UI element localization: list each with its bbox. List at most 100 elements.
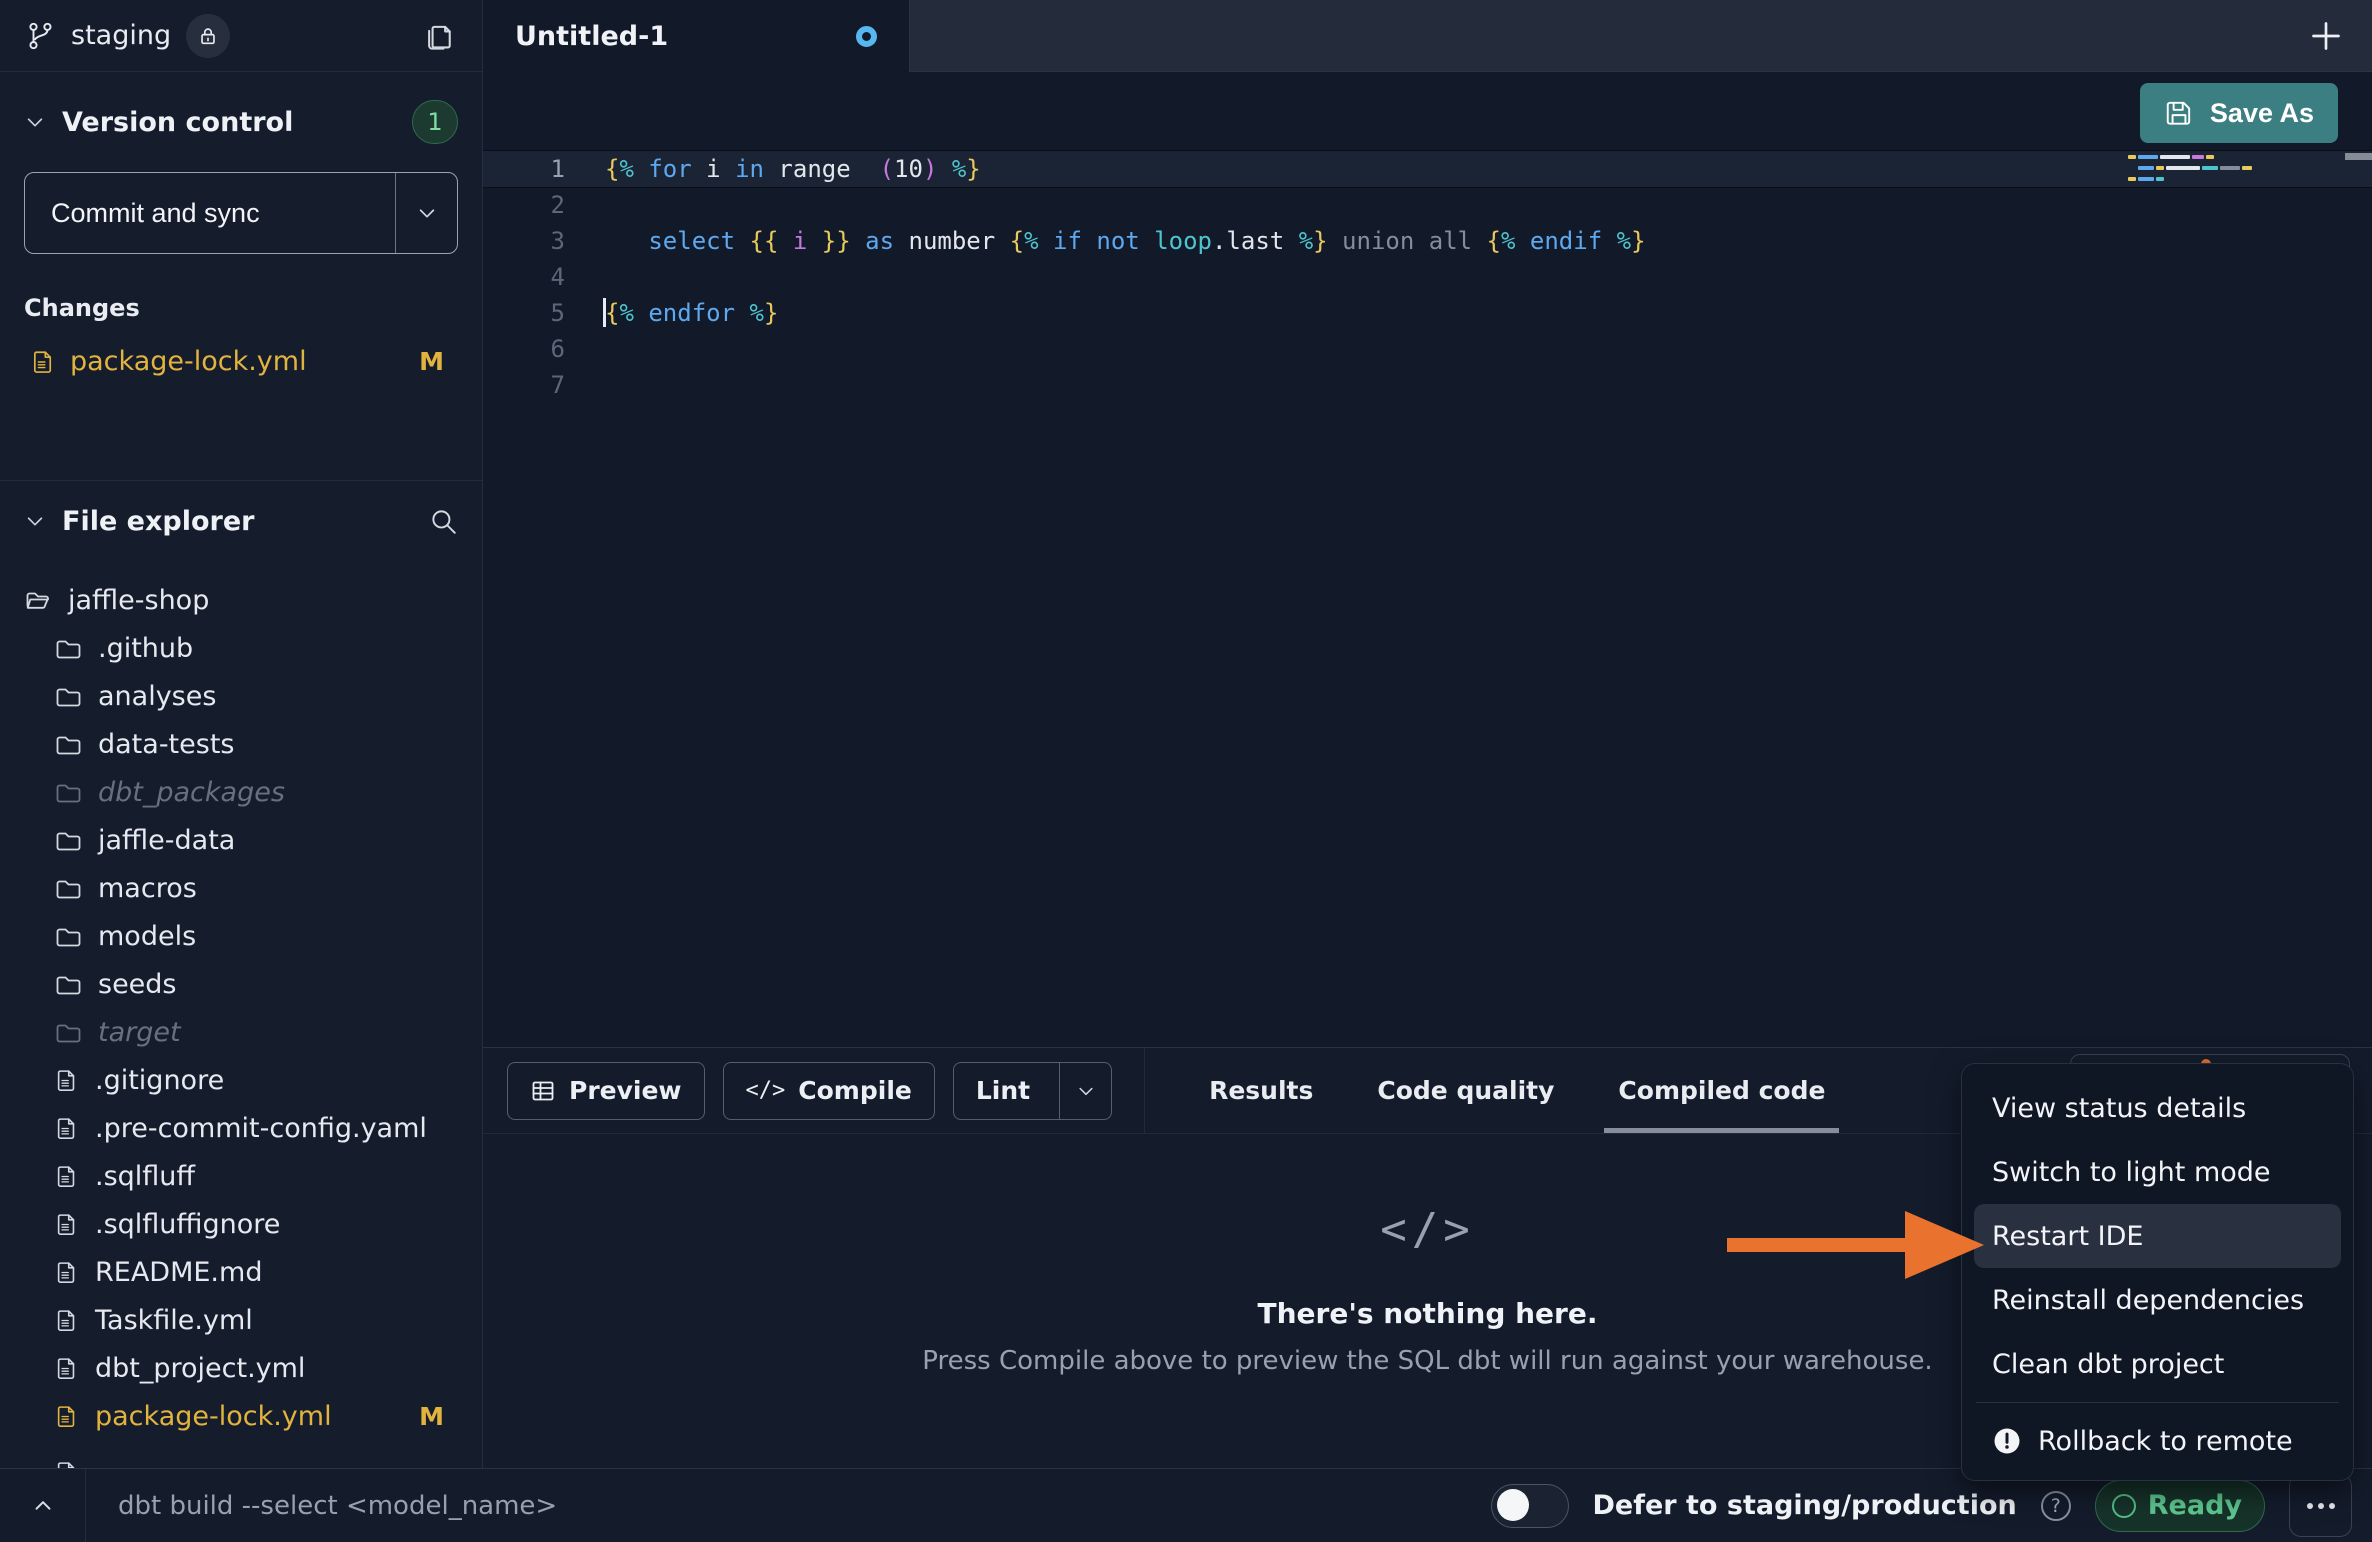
tree-item-jaffle-data[interactable]: jaffle-data	[24, 816, 458, 864]
code-line-7[interactable]: 7	[483, 367, 2372, 403]
code-line-5[interactable]: 5{% endfor %}	[483, 295, 2372, 331]
tree-item-README.md[interactable]: README.md	[24, 1248, 458, 1296]
tree-item-data-tests[interactable]: data-tests	[24, 720, 458, 768]
tree-item-label: models	[98, 921, 196, 952]
tab-title: Untitled-1	[515, 21, 668, 52]
file-explorer-section: File explorer jaffle-shop.githubanalyses…	[0, 480, 482, 1468]
chevron-down-icon[interactable]	[24, 111, 46, 133]
status-label: Ready	[2148, 1490, 2242, 1521]
branch-name: staging	[71, 20, 171, 51]
compile-button[interactable]: </> Compile	[723, 1062, 935, 1120]
dot-icon	[2307, 1503, 2313, 1509]
line-content: select {{ i }} as number {% if not loop.…	[565, 223, 1646, 259]
commit-and-sync-button[interactable]: Commit and sync	[24, 172, 458, 254]
line-content: {% for i in range (10) %}	[565, 151, 981, 187]
file-search-button[interactable]	[428, 506, 458, 536]
code-line-2[interactable]: 2	[483, 187, 2372, 223]
tree-item-Taskfile.yml[interactable]: Taskfile.yml	[24, 1296, 458, 1344]
folder-icon	[54, 826, 82, 854]
panel-tab-code-quality[interactable]: Code quality	[1377, 1048, 1554, 1133]
tree-item-macros[interactable]: macros	[24, 864, 458, 912]
changes-count-badge: 1	[412, 100, 458, 144]
tree-item-models[interactable]: models	[24, 912, 458, 960]
changed-file-name: package-lock.yml	[70, 346, 307, 377]
lint-options-caret[interactable]	[1059, 1063, 1111, 1119]
code-line-1[interactable]: 1{% for i in range (10) %}	[483, 151, 2372, 187]
tree-item-label: .github	[98, 633, 193, 664]
defer-toggle[interactable]	[1491, 1484, 1569, 1528]
menu-item-reinstall-dependencies[interactable]: Reinstall dependencies	[1974, 1268, 2341, 1332]
chevron-down-icon[interactable]	[24, 510, 46, 532]
preview-button[interactable]: Preview	[507, 1062, 705, 1120]
tree-item-label: dbt_project.yml	[95, 1353, 305, 1384]
save-icon	[2164, 98, 2194, 128]
ide-options-menu: View status detailsSwitch to light modeR…	[1961, 1063, 2354, 1481]
branch-lock-badge	[186, 14, 230, 58]
tree-item-.github[interactable]: .github	[24, 624, 458, 672]
sidebar: staging Version control 1 C	[0, 0, 483, 1468]
tree-item-target[interactable]: target	[24, 1008, 458, 1056]
tree-item-.sqlfluffignore[interactable]: .sqlfluffignore	[24, 1200, 458, 1248]
menu-item-view-status-details[interactable]: View status details	[1974, 1076, 2341, 1140]
code-line-3[interactable]: 3 select {{ i }} as number {% if not loo…	[483, 223, 2372, 259]
changed-file-row[interactable]: package-lock.yml M	[24, 346, 458, 377]
lint-button[interactable]: Lint	[953, 1062, 1112, 1120]
modified-badge: M	[419, 347, 458, 376]
chevron-up-icon	[30, 1493, 56, 1519]
tree-item-label: Taskfile.yml	[95, 1305, 253, 1336]
dot-icon	[2329, 1503, 2335, 1509]
tree-item-label: macros	[98, 873, 197, 904]
defer-label: Defer to staging/production	[1593, 1490, 2017, 1521]
code-line-6[interactable]: 6	[483, 331, 2372, 367]
file-icon	[54, 1404, 79, 1429]
tree-item-partial[interactable]	[24, 1448, 458, 1468]
tree-item-label: .sqlfluffignore	[95, 1209, 280, 1240]
menu-item-restart-ide[interactable]: Restart IDE	[1974, 1204, 2341, 1268]
save-as-button[interactable]: Save As	[2140, 83, 2338, 143]
tab-untitled-1[interactable]: Untitled-1	[483, 0, 910, 73]
tree-item-seeds[interactable]: seeds	[24, 960, 458, 1008]
tree-item-package-lock.yml[interactable]: package-lock.ymlM	[24, 1392, 458, 1440]
code-area[interactable]: 1{% for i in range (10) %}23 select {{ i…	[483, 151, 2372, 1047]
menu-item-label: Reinstall dependencies	[1992, 1285, 2304, 1316]
tree-item-label: data-tests	[98, 729, 234, 760]
tree-item-.pre-commit-config.yaml[interactable]: .pre-commit-config.yaml	[24, 1104, 458, 1152]
compile-label: Compile	[798, 1076, 912, 1105]
code-line-4[interactable]: 4	[483, 259, 2372, 295]
tree-item-label: target	[98, 1017, 181, 1048]
menu-item-clean-dbt-project[interactable]: Clean dbt project	[1974, 1332, 2341, 1396]
search-icon	[428, 506, 458, 536]
commit-options-caret[interactable]	[395, 173, 457, 253]
status-badge[interactable]: Ready	[2095, 1480, 2265, 1532]
line-content	[565, 259, 605, 295]
collapse-command-bar-button[interactable]	[0, 1469, 86, 1542]
line-number: 2	[483, 187, 565, 223]
more-options-button[interactable]	[2289, 1474, 2352, 1537]
help-icon[interactable]: ?	[2041, 1491, 2071, 1521]
panel-tab-compiled-code[interactable]: Compiled code	[1618, 1048, 1825, 1133]
menu-item-label: Rollback to remote	[2038, 1426, 2293, 1457]
command-input[interactable]: dbt build --select <model_name>	[118, 1491, 557, 1521]
line-number: 7	[483, 367, 565, 403]
copy-branch-button[interactable]	[424, 20, 456, 52]
folder-icon	[54, 1018, 82, 1046]
tree-item-dbt_packages[interactable]: dbt_packages	[24, 768, 458, 816]
folder-icon	[54, 778, 82, 806]
tree-item-.sqlfluff[interactable]: .sqlfluff	[24, 1152, 458, 1200]
new-tab-button[interactable]	[2304, 14, 2348, 58]
scrollbar-thumb[interactable]	[2345, 153, 2372, 160]
code-editor[interactable]: Save As 1{% for i in range (10) %}23 sel…	[483, 72, 2372, 1047]
tree-item-analyses[interactable]: analyses	[24, 672, 458, 720]
tree-item-dbt_project.yml[interactable]: dbt_project.yml	[24, 1344, 458, 1392]
tree-item-label: package-lock.yml	[95, 1401, 332, 1432]
menu-item-rollback-to-remote[interactable]: Rollback to remote	[1974, 1409, 2341, 1473]
file-icon	[54, 1460, 79, 1469]
menu-item-switch-to-light-mode[interactable]: Switch to light mode	[1974, 1140, 2341, 1204]
dbt-ide-app: staging Version control 1 C	[0, 0, 2372, 1542]
tree-item-jaffle-shop[interactable]: jaffle-shop	[24, 576, 458, 624]
text-cursor	[603, 298, 606, 327]
tree-item-.gitignore[interactable]: .gitignore	[24, 1056, 458, 1104]
minimap[interactable]	[2128, 155, 2278, 188]
panel-tab-results[interactable]: Results	[1209, 1048, 1313, 1133]
folder-icon	[54, 634, 82, 662]
